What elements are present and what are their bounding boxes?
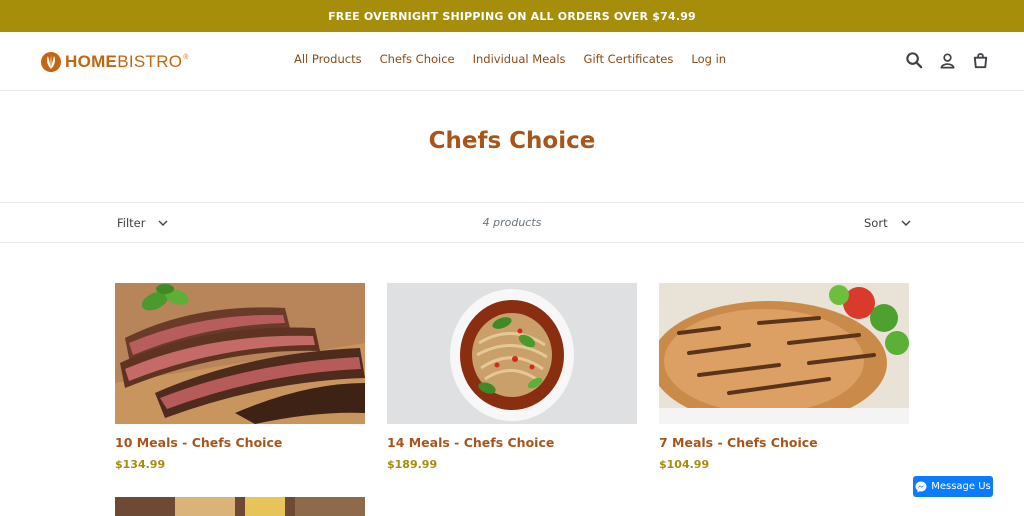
nav-individual-meals[interactable]: Individual Meals xyxy=(464,52,575,66)
brand-bistro: BISTRO xyxy=(117,52,183,71)
product-price: $104.99 xyxy=(659,458,710,471)
nav-log-in[interactable]: Log in xyxy=(682,52,735,66)
chevron-down-icon xyxy=(901,220,911,226)
product-price: $189.99 xyxy=(387,458,438,471)
product-card[interactable]: 10 Meals - Chefs Choice $134.99 xyxy=(115,283,365,471)
site-header: HOMEBISTRO® All Products Chefs Choice In… xyxy=(0,32,1024,91)
product-image-noodle-soup[interactable] xyxy=(387,283,637,424)
product-image-sliced-steak[interactable] xyxy=(115,283,365,424)
nav-chefs-choice[interactable]: Chefs Choice xyxy=(371,52,464,66)
product-card[interactable] xyxy=(115,497,365,516)
search-icon[interactable] xyxy=(905,51,924,70)
product-price: $134.99 xyxy=(115,458,166,471)
account-icon[interactable] xyxy=(938,51,957,70)
product-name[interactable]: 7 Meals - Chefs Choice xyxy=(659,435,909,450)
collection-title: Chefs Choice xyxy=(428,128,596,154)
leaf-logo-icon xyxy=(41,52,61,72)
sort-select[interactable]: Sort xyxy=(864,216,911,230)
nav-gift-certificates[interactable]: Gift Certificates xyxy=(575,52,683,66)
product-card[interactable]: 14 Meals - Chefs Choice $189.99 xyxy=(387,283,637,471)
brand-reg: ® xyxy=(183,54,189,61)
messenger-button[interactable]: Message Us xyxy=(913,476,993,497)
messenger-icon xyxy=(915,481,927,492)
messenger-label: Message Us xyxy=(931,481,991,492)
collection-toolbar: Filter 4 products Sort xyxy=(0,202,1024,243)
brand-logo[interactable]: HOMEBISTRO® xyxy=(40,50,189,74)
main-nav: All Products Chefs Choice Individual Mea… xyxy=(285,52,735,66)
product-image-partial[interactable] xyxy=(115,497,365,516)
announcement-text: FREE OVERNIGHT SHIPPING ON ALL ORDERS OV… xyxy=(328,9,696,23)
cart-icon[interactable] xyxy=(971,51,990,70)
brand-home: HOME xyxy=(65,52,118,71)
product-name[interactable]: 14 Meals - Chefs Choice xyxy=(387,435,637,450)
sort-label: Sort xyxy=(864,216,888,230)
product-name[interactable]: 10 Meals - Chefs Choice xyxy=(115,435,365,450)
announcement-bar: FREE OVERNIGHT SHIPPING ON ALL ORDERS OV… xyxy=(0,0,1024,32)
header-icons xyxy=(905,51,990,70)
product-card[interactable]: 7 Meals - Chefs Choice $104.99 xyxy=(659,283,909,471)
product-image-grilled-chicken[interactable] xyxy=(659,283,909,424)
nav-all-products[interactable]: All Products xyxy=(285,52,371,66)
